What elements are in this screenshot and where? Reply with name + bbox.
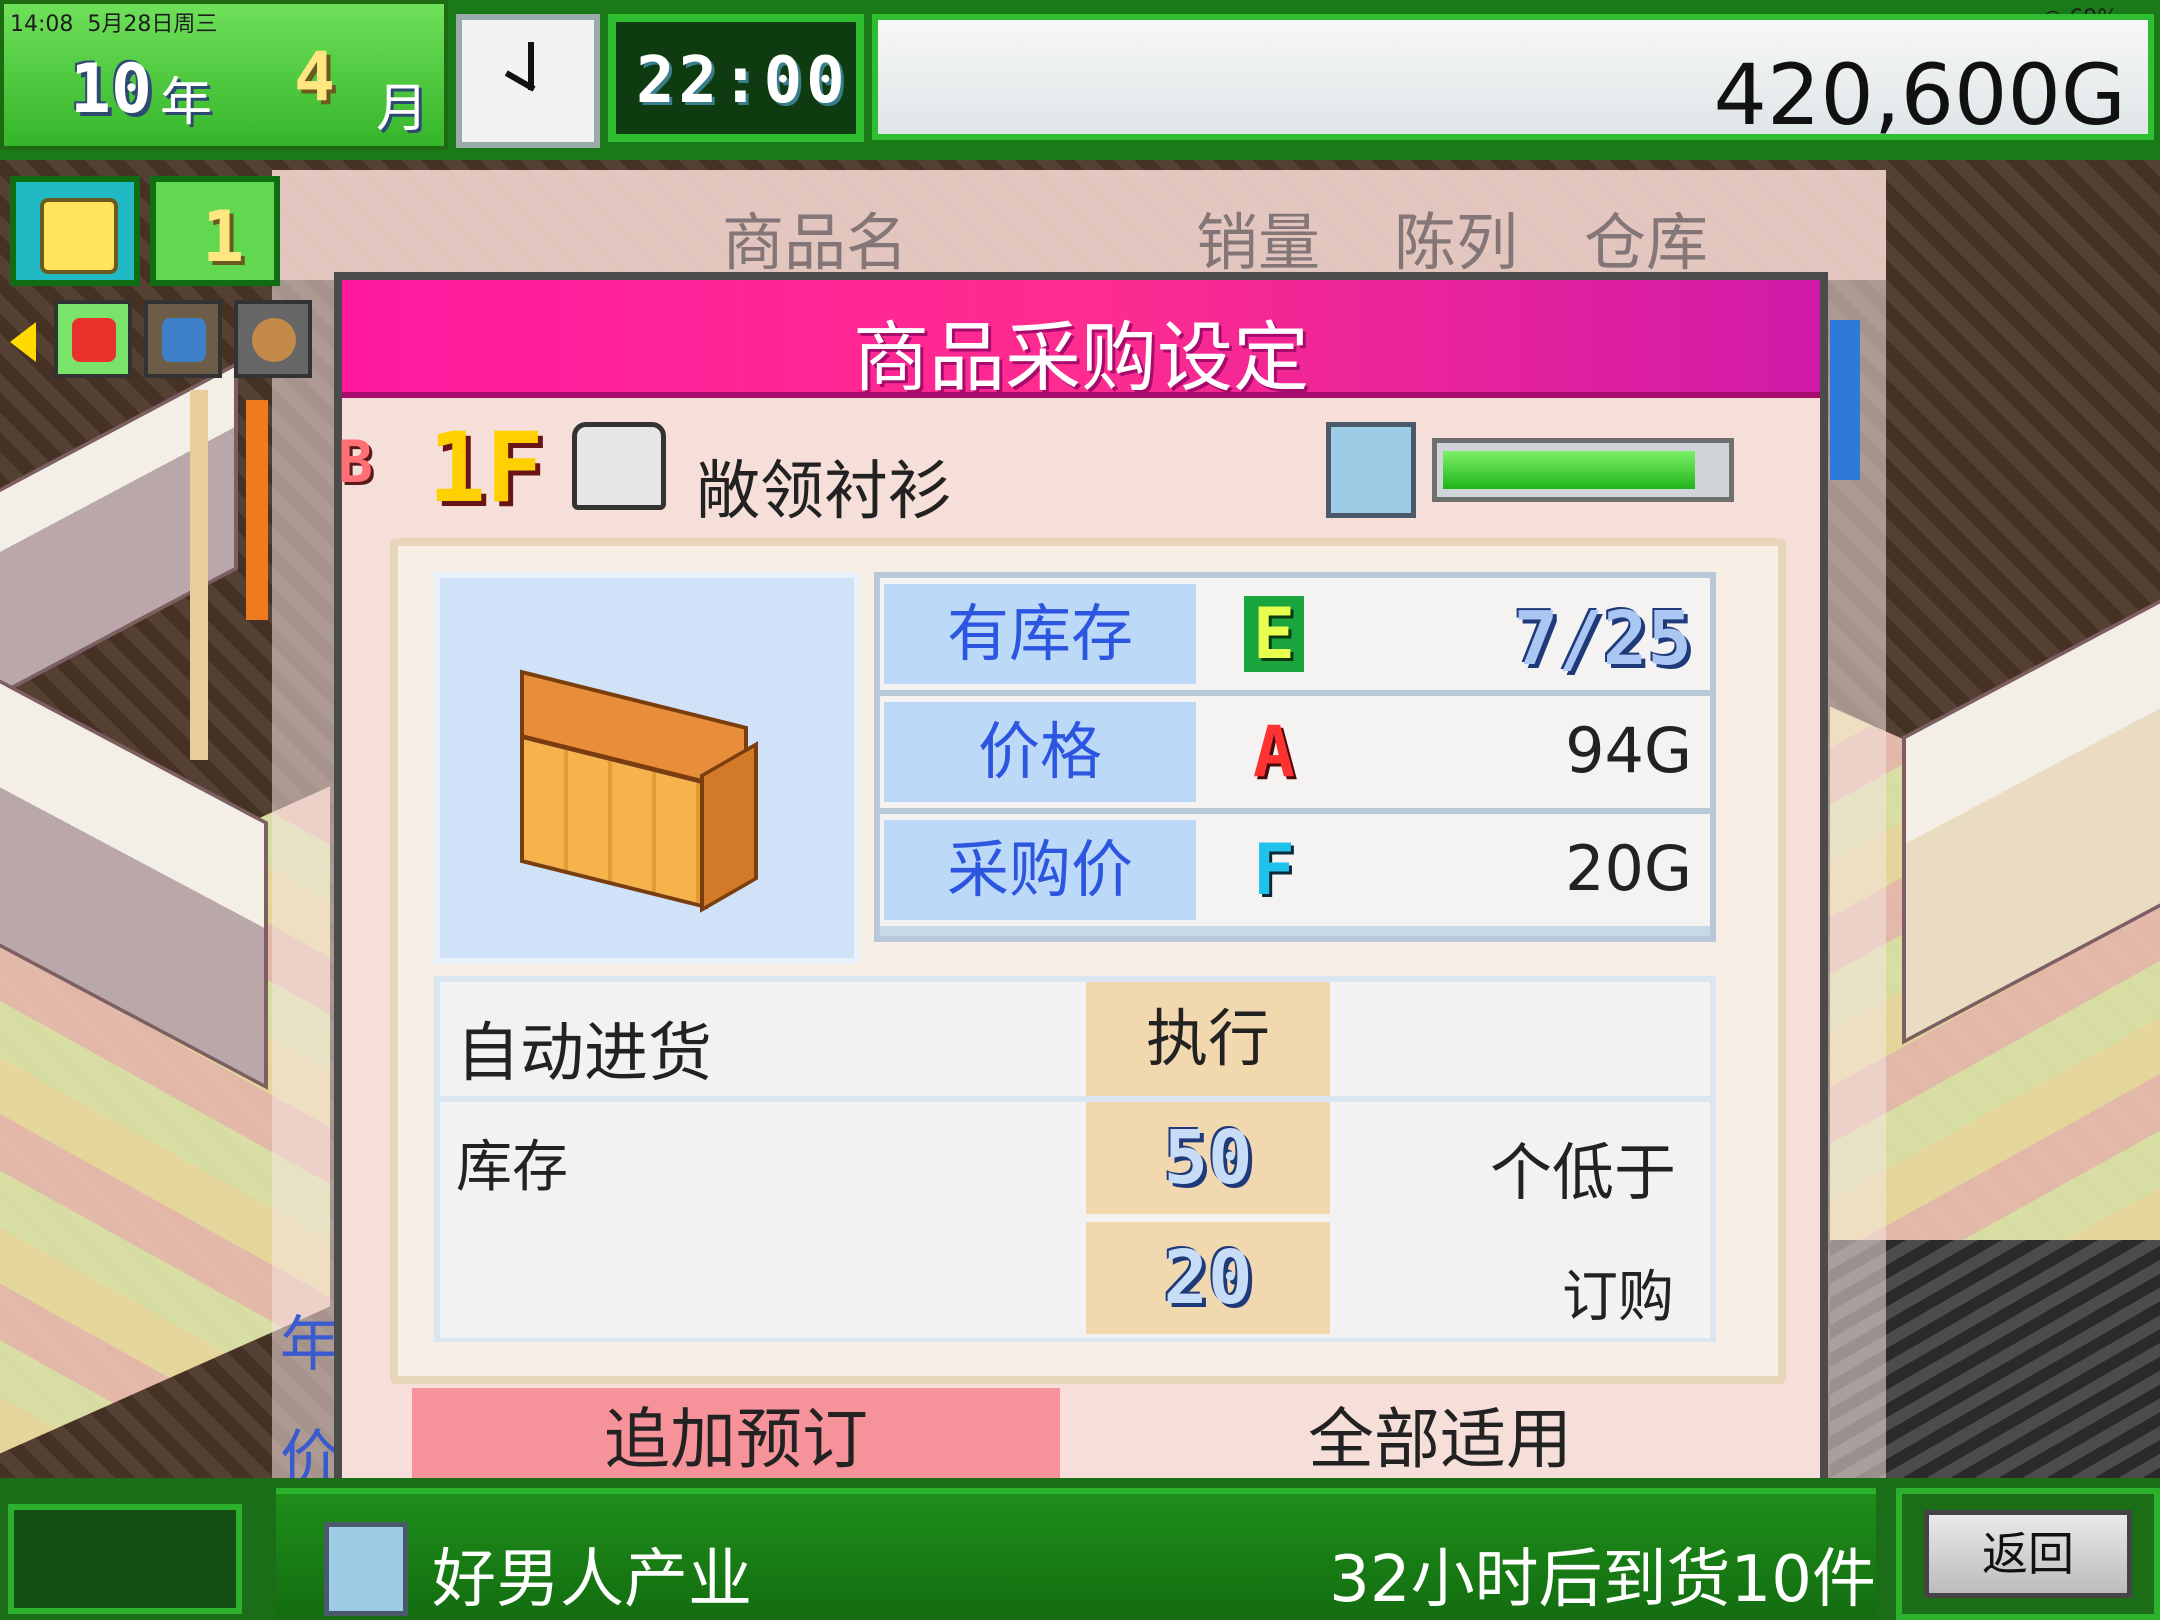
supplier-name: 好男人产业: [432, 1543, 752, 1617]
stock-label: 库存: [456, 1135, 568, 1200]
threshold-stepper[interactable]: 50: [1086, 1102, 1330, 1214]
category-nav: [10, 300, 312, 380]
bottom-bar: 好男人产业 32小时后到货10件 返回: [0, 1478, 2160, 1620]
stat-label-cost: 采购价: [884, 820, 1196, 920]
stat-label-stock: 有库存: [884, 584, 1196, 684]
supplier-info-bar: 好男人产业 32小时后到货10件: [276, 1488, 1876, 1618]
floor-label: 1F: [428, 412, 544, 524]
bottom-left-panel: [8, 1504, 242, 1614]
order-label: 订购: [1562, 1265, 1674, 1330]
building-icon: [324, 1522, 408, 1616]
rank-badge-stock: E: [1244, 596, 1304, 672]
capacity-bar: [1432, 438, 1734, 502]
rank-badge-price: A: [1252, 711, 1296, 793]
status-time: 14:08: [10, 12, 74, 37]
orange-pillar: [246, 400, 268, 620]
stat-row-cost: 采购价 F 20G: [880, 814, 1710, 926]
add-order-button[interactable]: 追加预订: [412, 1388, 1060, 1492]
month-value: 4: [294, 38, 335, 117]
lamp-pole: [190, 390, 208, 760]
auto-restock-panel: 自动进货 执行 库存 50 20 个低于 订购: [434, 976, 1716, 1342]
shelf-icon: [500, 669, 758, 913]
game-time: 22:00: [636, 44, 849, 118]
column-sales[interactable]: 销量: [1196, 192, 1320, 282]
stat-value-stock: 7/25: [1513, 596, 1692, 682]
stat-label-price: 价格: [884, 702, 1196, 802]
shelf-image-panel: [434, 572, 860, 964]
back-button[interactable]: 返回: [1924, 1510, 2132, 1598]
status-time-date: 14:08 5月28日周三: [10, 6, 217, 38]
arrow-left-icon[interactable]: [10, 322, 36, 362]
auto-restock-row: 自动进货 执行: [440, 982, 1710, 1102]
month-unit: 月: [376, 79, 429, 139]
auto-restock-label: 自动进货: [456, 1017, 712, 1091]
stat-value-cost: 20G: [1565, 832, 1692, 905]
floor-badge: B: [338, 428, 373, 496]
back-button-frame: 返回: [1896, 1488, 2160, 1620]
apply-all-button[interactable]: 全部适用: [1060, 1388, 1820, 1492]
item-name: 敞领衬衫: [696, 455, 952, 529]
game-time-panel: 22:00: [608, 14, 864, 142]
dialog-title-bar: 商品采购设定: [342, 280, 1820, 402]
order-quantity-stepper[interactable]: 20: [1086, 1222, 1330, 1334]
column-display[interactable]: 陈列: [1394, 192, 1518, 282]
face-icon: [252, 318, 296, 362]
nav-shelf-button[interactable]: [144, 300, 222, 378]
shelf-icon: [162, 318, 206, 362]
category-count: 1: [202, 196, 245, 278]
money-panel: 420,600G: [872, 14, 2154, 144]
red-shirt-icon: [72, 318, 116, 362]
purchase-settings-dialog: 商品采购设定 B 1F 敞领衬衫 有库存 E 7/25 价格 A 94G 采购价…: [334, 272, 1828, 1502]
money-amount: 420,600G: [1713, 46, 2126, 144]
year-unit: 年: [160, 73, 213, 133]
status-date: 5月28日周三: [87, 12, 218, 37]
nav-customer-button[interactable]: [234, 300, 312, 378]
column-product-name[interactable]: 商品名: [722, 192, 908, 282]
rank-badge-cost: F: [1252, 829, 1296, 911]
stat-row-stock: 有库存 E 7/25: [880, 578, 1710, 696]
category-count-panel: 1: [150, 176, 280, 286]
arrival-info: 32小时后到货10件: [1329, 1543, 1876, 1617]
category-clothing-button[interactable]: [10, 176, 140, 286]
stats-panel: 有库存 E 7/25 价格 A 94G 采购价 F 20G: [874, 572, 1716, 942]
stat-value-price: 94G: [1565, 714, 1692, 787]
stat-row-price: 价格 A 94G: [880, 696, 1710, 814]
dialog-content: 有库存 E 7/25 价格 A 94G 采购价 F 20G 自动进货 执行 库存: [390, 538, 1786, 1384]
clock-icon: [456, 14, 600, 148]
capacity-bar-fill: [1443, 451, 1695, 489]
product-list-header: 商品名 销量 陈列 仓库: [272, 170, 1886, 280]
stock-threshold-row: 库存 50 20 个低于 订购: [440, 1102, 1710, 1338]
threshold-suffix: 个低于: [1489, 1136, 1676, 1209]
scrollbar[interactable]: [1830, 320, 1860, 480]
jacket-icon: [572, 422, 666, 510]
column-warehouse[interactable]: 仓库: [1584, 192, 1708, 282]
top-bar: 10 年 4 月 14:08 5月28日周三 ◠ 69% ▭ 22:00 420…: [0, 0, 2160, 160]
nav-shirt-button[interactable]: [54, 300, 132, 378]
execute-button[interactable]: 执行: [1086, 982, 1330, 1096]
shirt-icon: [40, 198, 118, 274]
dialog-title: 商品采购设定: [853, 313, 1309, 402]
building-icon: [1326, 422, 1416, 518]
year-value: 10: [70, 50, 152, 129]
side-year-label: 年: [280, 1310, 340, 1380]
